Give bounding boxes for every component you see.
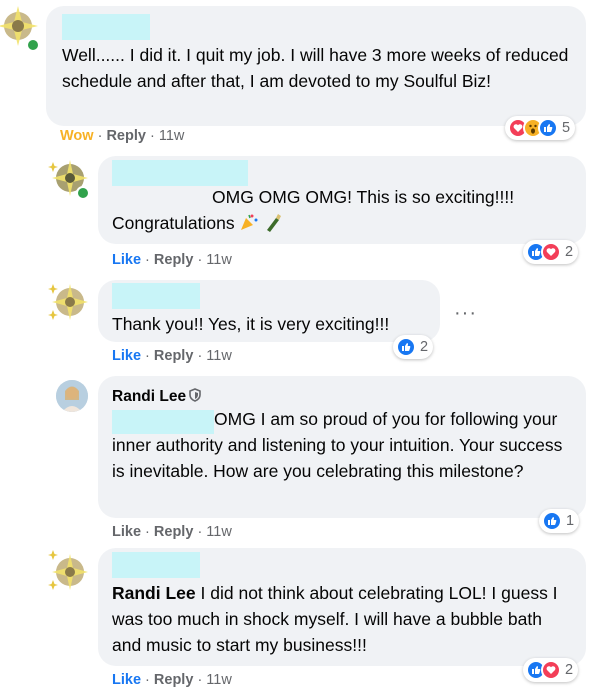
reaction-count: 2 — [420, 339, 429, 355]
comment-text: OMG OMG OMG! This is so exciting!!!! — [212, 187, 515, 207]
reaction-summary[interactable]: 2 — [523, 240, 579, 264]
reply-button[interactable]: Reply — [154, 672, 194, 688]
love-reaction-icon — [541, 660, 561, 680]
redacted-author-name — [112, 552, 200, 578]
wow-reaction-button[interactable]: Wow — [60, 128, 94, 144]
champagne-emoji — [264, 213, 282, 233]
reply-button[interactable]: Reply — [154, 524, 194, 540]
reaction-summary[interactable]: 1 — [539, 509, 580, 533]
comment-bubble: OMG OMG OMG! This is so exciting!!!! Con… — [98, 156, 586, 244]
love-reaction-icon — [541, 242, 561, 262]
redacted-author-name — [62, 14, 150, 40]
comment-bubble: Well...... I did it. I quit my job. I wi… — [46, 6, 586, 126]
timestamp[interactable]: 11w — [206, 252, 232, 268]
online-status-dot — [26, 38, 40, 52]
reply-button[interactable]: Reply — [106, 128, 146, 144]
comment-bubble: Thank you!! Yes, it is very exciting!!! — [98, 280, 440, 342]
party-popper-emoji — [239, 213, 264, 233]
comment-text: Thank you!! Yes, it is very exciting!!! — [112, 314, 390, 334]
commenter-avatar[interactable] — [48, 280, 88, 320]
author-name[interactable]: Randi Lee — [112, 388, 186, 405]
moderator-shield-icon — [189, 385, 201, 407]
author-avatar[interactable] — [56, 380, 88, 412]
sparkle-avatar-icon — [48, 284, 88, 320]
commenter-avatar[interactable] — [48, 156, 90, 200]
comment-text: Randi Lee I did not think about celebrat… — [112, 583, 558, 655]
comment-thread: Well...... I did it. I quit my job. I wi… — [0, 0, 599, 696]
comment-bubble: Randi Lee OMG I am so proud of you for f… — [98, 376, 586, 518]
like-reaction-icon — [542, 511, 562, 531]
like-button[interactable]: Like — [112, 672, 141, 688]
comment-text-line2: Congratulations — [112, 213, 235, 233]
reaction-summary[interactable]: 2 — [523, 658, 579, 682]
reaction-summary[interactable]: 2 — [393, 335, 434, 359]
commenter-avatar[interactable] — [0, 4, 40, 52]
sparkle-avatar-icon — [48, 550, 88, 590]
like-reaction-icon — [396, 337, 416, 357]
like-reaction-icon — [538, 118, 558, 138]
redacted-mention — [112, 410, 214, 434]
comment-actions: Like · Reply · 11w — [112, 252, 232, 268]
commenter-avatar[interactable] — [48, 548, 88, 590]
timestamp[interactable]: 11w — [206, 348, 232, 364]
like-button[interactable]: Like — [112, 252, 141, 268]
comment-actions: Like · Reply · 11w — [112, 348, 232, 364]
like-button[interactable]: Like — [112, 524, 141, 540]
comment-actions: Wow · Reply · 11w — [60, 128, 185, 144]
reaction-count: 1 — [566, 513, 575, 529]
comment-actions: Like · Reply · 11w — [112, 524, 232, 540]
comment-bubble: Randi Lee I did not think about celebrat… — [98, 548, 586, 666]
timestamp[interactable]: 11w — [159, 128, 185, 144]
reply-button[interactable]: Reply — [154, 252, 194, 268]
comment-actions: Like · Reply · 11w — [112, 672, 232, 688]
timestamp[interactable]: 11w — [206, 672, 232, 688]
reply-button[interactable]: Reply — [154, 348, 194, 364]
reaction-count: 5 — [562, 120, 571, 136]
more-options-button[interactable]: ··· — [454, 303, 477, 323]
like-button[interactable]: Like — [112, 348, 141, 364]
reaction-summary[interactable]: 5 — [505, 116, 576, 140]
reaction-count: 2 — [565, 662, 574, 678]
reaction-count: 2 — [565, 244, 574, 260]
comment-text: Well...... I did it. I quit my job. I wi… — [62, 45, 569, 91]
online-status-dot — [76, 186, 90, 200]
redacted-author-name — [112, 283, 200, 309]
profile-photo-icon — [56, 380, 88, 412]
redacted-author-name — [112, 160, 248, 186]
timestamp[interactable]: 11w — [206, 524, 232, 540]
mention-link[interactable]: Randi Lee — [112, 583, 196, 603]
